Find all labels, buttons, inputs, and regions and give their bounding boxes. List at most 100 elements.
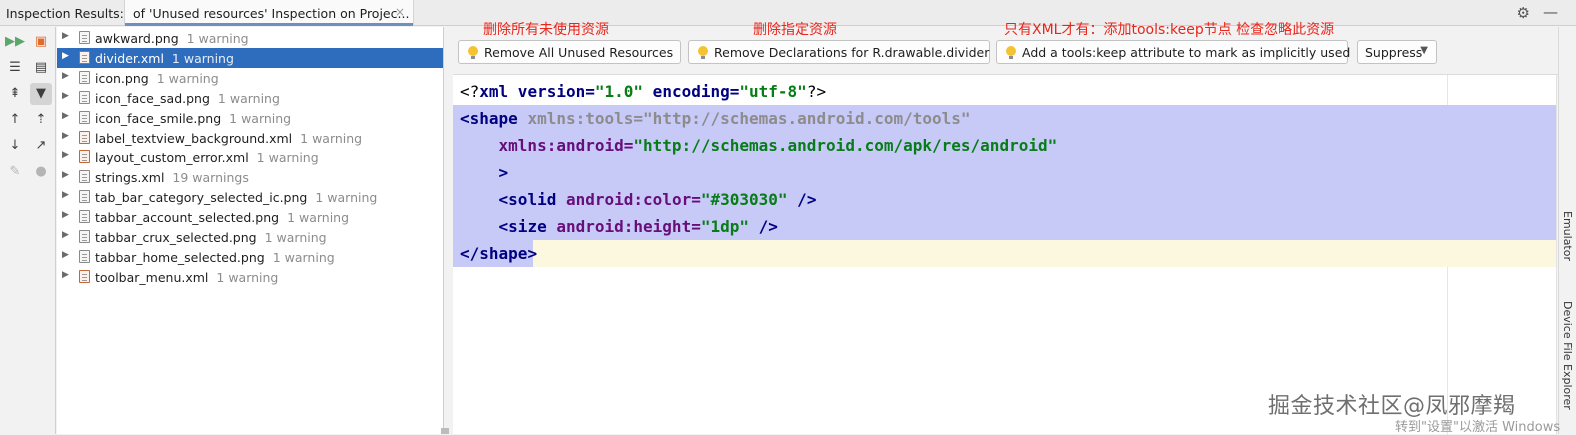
- expand-arrow-icon[interactable]: ▶: [62, 91, 69, 101]
- tree-row-label: toolbar_menu.xml 1 warning: [95, 270, 278, 285]
- close-tab-icon[interactable]: ×: [395, 5, 405, 19]
- warning-count: 1 warning: [264, 230, 327, 245]
- tree-row[interactable]: ▶ tabbar_home_selected.png 1 warning: [57, 247, 443, 267]
- emulator-tab[interactable]: Emulator: [1561, 211, 1574, 261]
- tree-row[interactable]: ▶ tabbar_account_selected.png 1 warning: [57, 207, 443, 227]
- tree-row[interactable]: ▶ awkward.png 1 warning: [57, 28, 443, 48]
- expand-arrow-icon[interactable]: ▶: [62, 150, 69, 160]
- warning-count: 1 warning: [287, 210, 350, 226]
- xml-file-icon: [79, 269, 90, 283]
- expand-arrow-icon[interactable]: ▶: [62, 230, 69, 240]
- filter-icon[interactable]: ▼: [30, 83, 52, 105]
- open-source-icon[interactable]: ↗: [30, 135, 52, 157]
- file-icon: [79, 70, 90, 84]
- quickfix-bulb-icon[interactable]: ●: [30, 161, 52, 183]
- remove-declarations-label: Remove Declarations for R.drawable.divid…: [714, 45, 990, 60]
- expand-all-icon[interactable]: ☰: [4, 57, 26, 79]
- tree-row-label: tab_bar_category_selected_ic.png 1 warnin…: [95, 190, 377, 205]
- file-name: icon_face_smile.png: [95, 110, 222, 126]
- add-tools-keep-button[interactable]: Add a tools:keep attribute to mark as im…: [996, 40, 1351, 64]
- tree-row[interactable]: ▶ toolbar_menu.xml 1 warning: [57, 267, 443, 287]
- autoscroll-icon[interactable]: ⇡: [30, 109, 52, 131]
- tree-row[interactable]: ▶ label_textview_background.xml 1 warning: [57, 128, 443, 148]
- group-icon[interactable]: ▤: [30, 57, 52, 79]
- remove-declarations-button[interactable]: Remove Declarations for R.drawable.divid…: [688, 40, 990, 64]
- code-line-1: <?xml version="1.0" encoding="utf-8"?>: [460, 82, 827, 101]
- warning-count: 1 warning: [156, 70, 219, 86]
- tree-row[interactable]: ▶ tabbar_crux_selected.png 1 warning: [57, 227, 443, 247]
- warning-count: 19 warnings: [172, 170, 249, 186]
- minus-icon[interactable]: —: [1543, 3, 1558, 21]
- file-name: tabbar_home_selected.png: [95, 249, 265, 265]
- file-name: divider.xml: [95, 50, 164, 66]
- file-name: label_textview_background.xml: [95, 130, 293, 146]
- tree-row[interactable]: ▶ divider.xml 1 warning: [57, 47, 443, 68]
- inspection-toolbar: ▶▶ ▣ ☰ ▤ ⇞ ▼ ↑ ⇡ ↓ ↗ ✎ ●: [0, 27, 56, 434]
- bulb-icon: [1006, 46, 1016, 59]
- warning-count: 1 warning: [256, 150, 319, 166]
- warning-count: 1 warning: [171, 50, 234, 66]
- tree-row[interactable]: ▶ icon_face_sad.png 1 warning: [57, 88, 443, 108]
- tree-row-label: awkward.png 1 warning: [95, 31, 249, 46]
- tree-row-label: label_textview_background.xml 1 warning: [95, 131, 362, 146]
- expand-arrow-icon[interactable]: ▶: [62, 71, 69, 81]
- xml-file-icon: [79, 150, 90, 164]
- warning-count: 1 warning: [300, 130, 363, 146]
- gear-icon[interactable]: ⚙: [1517, 4, 1530, 22]
- xml-file-icon: [79, 50, 90, 64]
- expand-arrow-icon[interactable]: ▶: [62, 270, 69, 280]
- expand-arrow-icon[interactable]: ▶: [62, 31, 69, 41]
- tree-row-label: tabbar_account_selected.png 1 warning: [95, 210, 349, 225]
- settings-wrench-icon[interactable]: ✎: [4, 161, 26, 183]
- file-icon: [79, 31, 90, 44]
- file-icon: [79, 110, 90, 124]
- tree-row-label: divider.xml 1 warning: [95, 51, 234, 66]
- activate-windows-notice: 转到"设置"以激活 Windows: [1395, 420, 1561, 435]
- expand-arrow-icon[interactable]: ▶: [62, 250, 69, 260]
- expand-arrow-icon[interactable]: ▶: [62, 131, 69, 141]
- code-line-5: <solid android:color="#303030" />: [453, 186, 1556, 213]
- file-name: icon_face_sad.png: [95, 90, 210, 106]
- inspection-tab[interactable]: of 'Unused resources' Inspection on Proj…: [124, 0, 414, 26]
- tree-row[interactable]: ▶ strings.xml 19 warnings: [57, 167, 443, 187]
- code-line-3: xmlns:android="http://schemas.android.co…: [453, 132, 1556, 159]
- file-name: tab_bar_category_selected_ic.png: [95, 190, 308, 206]
- file-icon: [79, 230, 90, 243]
- expand-arrow-icon[interactable]: ▶: [62, 51, 69, 61]
- tree-row[interactable]: ▶ icon_face_smile.png 1 warning: [57, 108, 443, 128]
- tree-row[interactable]: ▶ icon.png 1 warning: [57, 68, 443, 88]
- expand-arrow-icon[interactable]: ▶: [62, 111, 69, 121]
- add-tools-keep-label: Add a tools:keep attribute to mark as im…: [1022, 45, 1351, 60]
- code-editor[interactable]: <?xml version="1.0" encoding="utf-8"?> <…: [453, 74, 1569, 435]
- collapse-all-icon[interactable]: ⇞: [4, 83, 26, 105]
- annotation-tools-keep: 只有XML才有：添加tools:keep节点 检查忽略此资源: [1004, 22, 1335, 38]
- warning-count: 1 warning: [315, 190, 378, 206]
- file-name: tabbar_account_selected.png: [95, 210, 280, 226]
- tree-row-label: icon.png 1 warning: [95, 71, 219, 86]
- expand-arrow-icon[interactable]: ▶: [62, 190, 69, 200]
- file-icon: [79, 210, 90, 224]
- file-icon: [79, 90, 90, 104]
- expand-arrow-icon[interactable]: ▶: [62, 170, 69, 180]
- device-file-explorer-tab[interactable]: Device File Explorer: [1561, 301, 1574, 410]
- results-tree: ▶ awkward.png 1 warning ▶ divider.xml 1 warni…: [57, 27, 444, 434]
- tree-row-label: tabbar_home_selected.png 1 warning: [95, 250, 335, 265]
- file-name: layout_custom_error.xml: [95, 150, 249, 166]
- file-icon: [79, 190, 90, 204]
- previous-icon[interactable]: ↑: [4, 109, 26, 131]
- remove-all-unused-button[interactable]: Remove All Unused Resources: [458, 40, 681, 64]
- warning-count: 1 warning: [186, 31, 249, 46]
- tree-row[interactable]: ▶ layout_custom_error.xml 1 warning: [57, 147, 443, 167]
- warning-count: 1 warning: [217, 90, 280, 106]
- inspection-tab-label: of 'Unused resources' Inspection on Proj…: [133, 6, 410, 21]
- annotation-remove-specific: 删除指定资源: [753, 22, 837, 38]
- rerun-icon[interactable]: ▶▶: [4, 31, 26, 53]
- suppress-dropdown[interactable]: Suppress ▼: [1357, 40, 1437, 64]
- export-icon[interactable]: ▣: [30, 31, 52, 53]
- scrollbar-thumb[interactable]: [441, 428, 449, 434]
- tree-row-label: icon_face_sad.png 1 warning: [95, 91, 280, 106]
- tree-row-label: strings.xml 19 warnings: [95, 170, 249, 185]
- expand-arrow-icon[interactable]: ▶: [62, 210, 69, 220]
- tree-row[interactable]: ▶ tab_bar_category_selected_ic.png 1 warni…: [57, 187, 443, 207]
- next-icon[interactable]: ↓: [4, 135, 26, 157]
